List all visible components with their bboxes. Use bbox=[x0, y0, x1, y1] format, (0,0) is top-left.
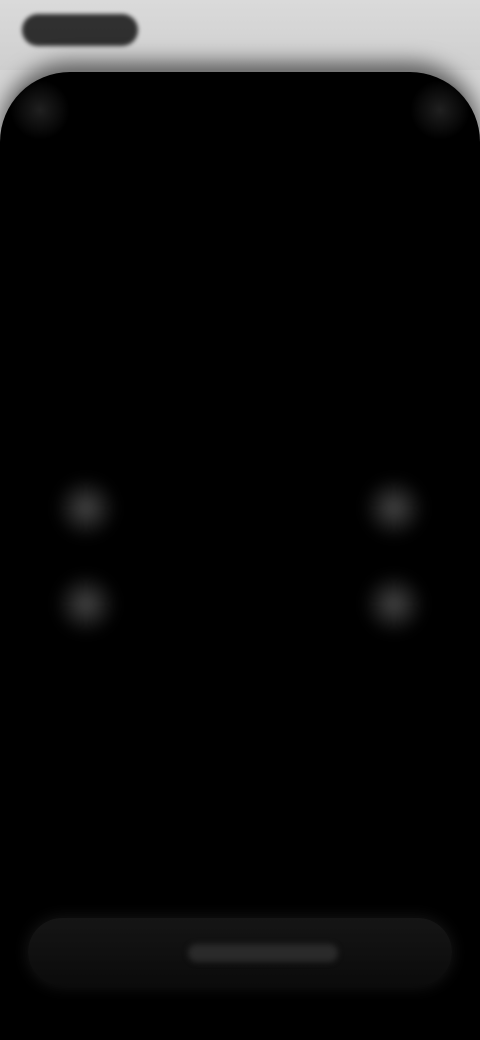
scanner-corner-top-right-icon bbox=[364, 478, 424, 538]
viewport-corner-left bbox=[10, 80, 70, 140]
scanner-corner-bottom-right-icon bbox=[364, 574, 424, 634]
scanner-corner-top-left-icon bbox=[56, 478, 116, 538]
scanner-corner-bottom-left-icon bbox=[56, 574, 116, 634]
viewport-corner-right bbox=[410, 80, 470, 140]
camera-viewport[interactable] bbox=[0, 72, 480, 1040]
camera-scanner-screen bbox=[0, 0, 480, 1040]
bottom-action-bar[interactable] bbox=[28, 918, 452, 986]
status-bar bbox=[0, 0, 480, 70]
status-pill-icon bbox=[22, 14, 138, 46]
home-indicator-icon[interactable] bbox=[188, 944, 338, 962]
